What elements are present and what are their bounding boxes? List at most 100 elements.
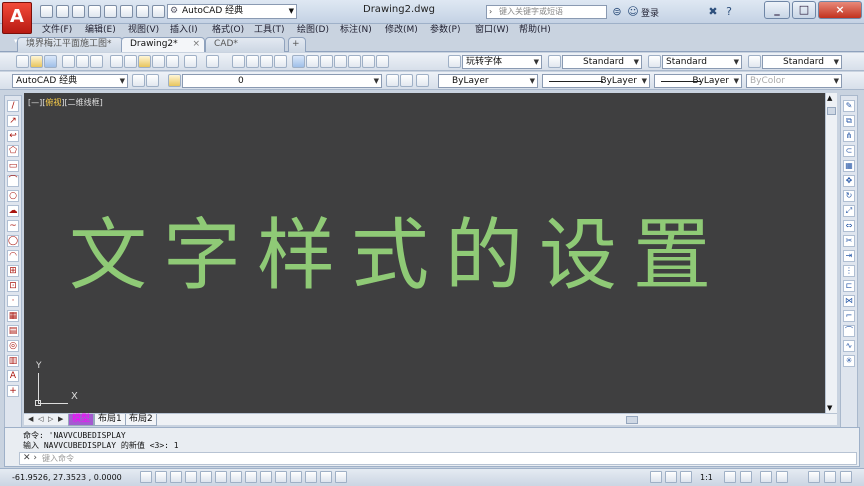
undo-icon[interactable] — [120, 5, 133, 18]
mirror-icon[interactable]: ⋔ — [843, 130, 855, 142]
horizontal-scroll-thumb[interactable] — [626, 416, 638, 424]
make-block-icon[interactable]: ⊡ — [7, 280, 19, 292]
close-button[interactable]: × — [818, 1, 862, 19]
plotstyle-select[interactable]: ByColor ▼ — [746, 74, 842, 88]
tab-model[interactable]: 模型 — [68, 414, 95, 426]
annotation-visibility-icon[interactable] — [724, 471, 736, 483]
save-icon[interactable] — [44, 55, 57, 68]
menu-view[interactable]: 视图(V) — [128, 22, 159, 35]
fillet-icon[interactable]: ⌒ — [843, 325, 855, 337]
workspace-select[interactable]: ⚙ AutoCAD 经典 ▼ — [167, 4, 297, 19]
transparency-icon[interactable] — [305, 471, 317, 483]
revision-cloud-icon[interactable]: ☁ — [7, 205, 19, 217]
explode-icon[interactable]: ✳ — [843, 355, 855, 367]
undo-icon[interactable] — [184, 55, 197, 68]
insert-block-icon[interactable]: ⊞ — [7, 265, 19, 277]
command-input[interactable]: ✕ › 键入命令 — [19, 452, 857, 465]
chamfer-icon[interactable]: ⌐ — [843, 310, 855, 322]
scroll-thumb[interactable] — [827, 107, 836, 115]
quick-view-drawings-icon[interactable] — [680, 471, 692, 483]
workspace-settings-icon[interactable] — [132, 74, 145, 87]
plot-preview-icon[interactable] — [76, 55, 89, 68]
lineweight-select[interactable]: ByLayer ▼ — [654, 74, 742, 88]
table-style-select[interactable]: Standard ▼ — [662, 55, 742, 69]
open-icon[interactable] — [30, 55, 43, 68]
construction-line-icon[interactable]: ↗ — [7, 115, 19, 127]
last-layout-icon[interactable]: ▶ — [58, 415, 63, 423]
qat-dropdown-icon[interactable] — [152, 5, 165, 18]
point-icon[interactable]: · — [7, 295, 19, 307]
sheet-set-icon[interactable] — [334, 55, 347, 68]
region-icon[interactable]: ◎ — [7, 340, 19, 352]
prev-layout-icon[interactable]: ◁ — [38, 415, 43, 423]
menu-edit[interactable]: 编辑(E) — [85, 22, 116, 35]
first-layout-icon[interactable]: ◀ — [28, 415, 33, 423]
text-style-select[interactable]: 玩转字体 ▼ — [462, 55, 542, 69]
block-editor-icon[interactable] — [166, 55, 179, 68]
vertical-scrollbar[interactable]: ▲ ▼ — [825, 93, 837, 413]
redo-icon[interactable] — [136, 5, 149, 18]
ellipse-icon[interactable]: ◯ — [7, 235, 19, 247]
dim-style-select[interactable]: Standard ▼ — [562, 55, 642, 69]
table-icon[interactable]: ▥ — [7, 355, 19, 367]
lock-icon[interactable] — [776, 471, 788, 483]
menu-file[interactable]: 文件(F) — [42, 22, 72, 35]
model-space-icon[interactable] — [650, 471, 662, 483]
spline-icon[interactable]: ~ — [7, 220, 19, 232]
design-center-icon[interactable] — [306, 55, 319, 68]
tab-document[interactable]: 境界梅江平面施工图* — [17, 37, 123, 52]
mleader-style-icon[interactable] — [748, 55, 761, 68]
layer-state-icon[interactable] — [416, 74, 429, 87]
cut-icon[interactable] — [110, 55, 123, 68]
menu-tools[interactable]: 工具(T) — [254, 22, 285, 35]
tab-layout2[interactable]: 布局2 — [125, 414, 157, 426]
offset-icon[interactable]: ⊂ — [843, 145, 855, 157]
annotation-scale[interactable]: 1:1 — [700, 473, 713, 482]
infer-constraints-icon[interactable] — [140, 471, 152, 483]
circle-icon[interactable]: ○ — [7, 190, 19, 202]
workspace-switching-icon[interactable] — [760, 471, 772, 483]
redo-icon[interactable] — [206, 55, 219, 68]
menu-parametric[interactable]: 参数(P) — [430, 22, 460, 35]
break-icon[interactable]: ⊏ — [843, 280, 855, 292]
object-snap-icon[interactable] — [215, 471, 227, 483]
hardware-acceleration-icon[interactable] — [808, 471, 820, 483]
drawing-canvas[interactable]: [—][俯视][二维线框] 文字样式的设置 Y X — [24, 93, 825, 413]
scroll-down-icon[interactable]: ▼ — [827, 404, 832, 412]
stretch-icon[interactable]: ⇔ — [843, 220, 855, 232]
close-icon[interactable]: ✕ › — [23, 453, 37, 464]
menu-dimension[interactable]: 标注(N) — [340, 22, 372, 35]
menu-draw[interactable]: 绘图(D) — [297, 22, 329, 35]
color-select[interactable]: ByLayer ▼ — [438, 74, 538, 88]
new-tab-button[interactable]: + — [288, 37, 306, 52]
menu-help[interactable]: 帮助(H) — [519, 22, 551, 35]
polyline-icon[interactable]: ↩ — [7, 130, 19, 142]
isolate-objects-icon[interactable] — [824, 471, 836, 483]
menu-modify[interactable]: 修改(M) — [385, 22, 418, 35]
tool-palettes-icon[interactable] — [320, 55, 333, 68]
polar-tracking-icon[interactable] — [200, 471, 212, 483]
quick-properties-icon[interactable] — [320, 471, 332, 483]
copy-icon[interactable] — [124, 55, 137, 68]
rotate-icon[interactable]: ↻ — [843, 190, 855, 202]
viewport-controls[interactable]: [—][俯视][二维线框] — [28, 97, 103, 108]
linetype-select[interactable]: ByLayer ▼ — [542, 74, 650, 88]
ortho-mode-icon[interactable] — [185, 471, 197, 483]
scale-icon[interactable]: ⤢ — [843, 205, 855, 217]
layer-properties-icon[interactable] — [168, 74, 181, 87]
application-menu-button[interactable]: A ▾ — [2, 2, 32, 45]
blend-curves-icon[interactable]: ∿ — [843, 340, 855, 352]
clean-screen-icon[interactable] — [840, 471, 852, 483]
save-icon[interactable] — [72, 5, 85, 18]
auto-scale-icon[interactable] — [740, 471, 752, 483]
break-at-point-icon[interactable]: ⋮ — [843, 265, 855, 277]
plot-icon[interactable] — [104, 5, 117, 18]
workspace-select[interactable]: AutoCAD 经典 ▼ — [12, 74, 128, 88]
gradient-icon[interactable]: ▤ — [7, 325, 19, 337]
paste-icon[interactable] — [138, 55, 151, 68]
user-icon[interactable]: ☺ — [626, 5, 640, 19]
gear-icon[interactable] — [146, 74, 159, 87]
rectangle-icon[interactable]: ▭ — [7, 160, 19, 172]
erase-icon[interactable]: ✎ — [843, 100, 855, 112]
3d-object-snap-icon[interactable] — [230, 471, 242, 483]
